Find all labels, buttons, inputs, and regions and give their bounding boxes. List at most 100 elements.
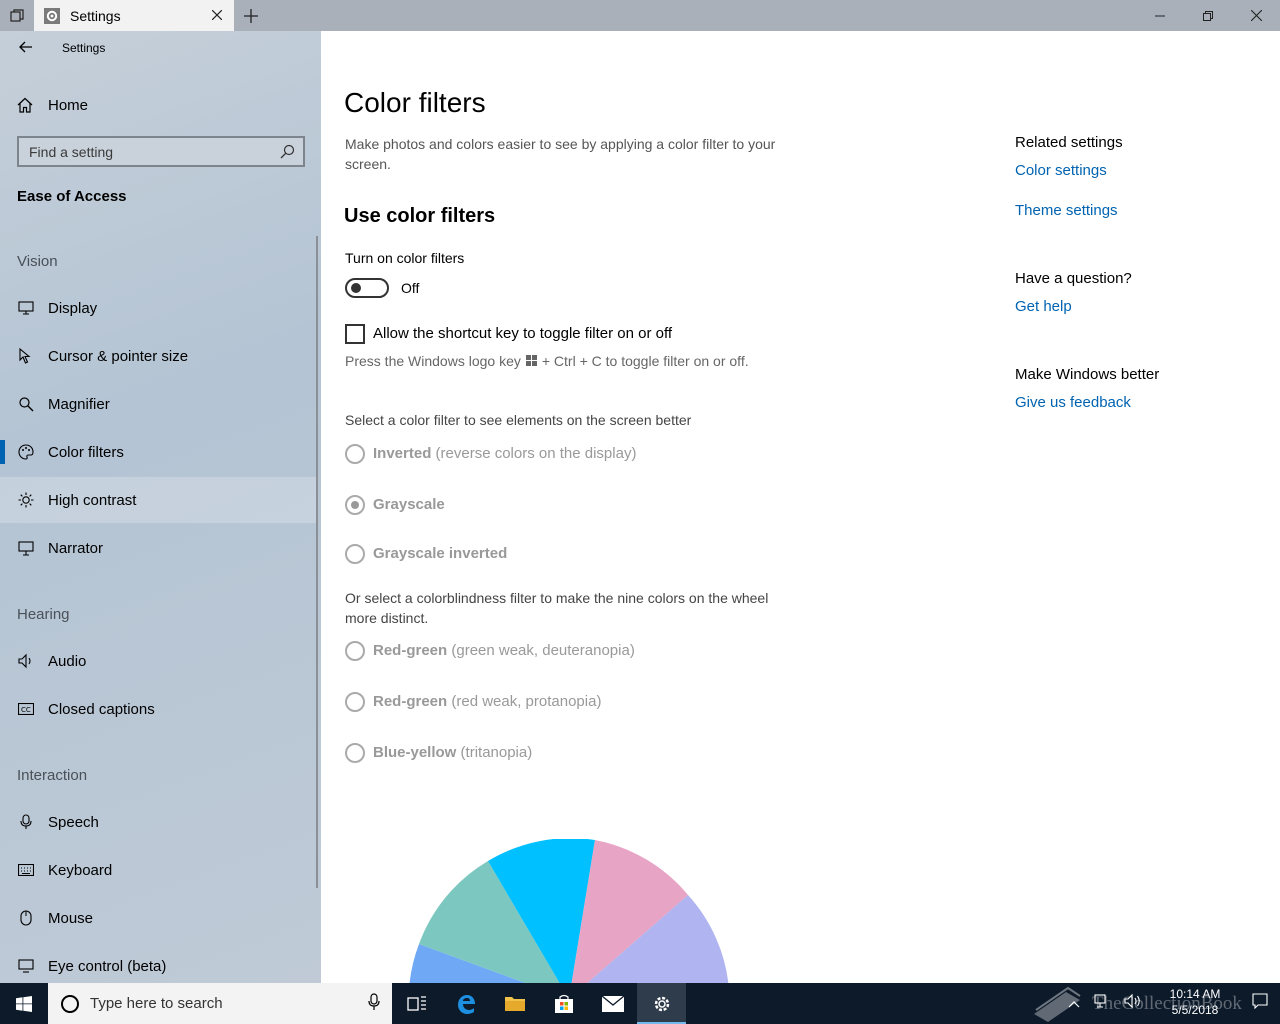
edge-button[interactable] xyxy=(441,983,490,1024)
sun-icon xyxy=(17,492,35,508)
tab-settings[interactable]: Settings xyxy=(34,0,234,31)
sidebar-item-label: Narrator xyxy=(48,539,104,557)
settings-taskbar-button[interactable] xyxy=(637,983,686,1024)
keyboard-icon xyxy=(17,864,35,876)
gear-icon xyxy=(654,996,669,1011)
radio-deuteranopia[interactable] xyxy=(345,641,365,661)
radio-grayscale-label[interactable]: Grayscale xyxy=(373,496,445,513)
mouse-icon xyxy=(17,910,35,926)
shortcut-key-label[interactable]: Allow the shortcut key to toggle filter … xyxy=(373,325,672,342)
color-settings-link[interactable]: Color settings xyxy=(1015,162,1107,179)
start-button[interactable] xyxy=(0,983,48,1024)
sidebar-item-display[interactable]: Display xyxy=(0,285,318,331)
filter-prompt: Select a color filter to see elements on… xyxy=(345,412,692,428)
cc-icon: CC xyxy=(17,703,35,715)
sidebar-item-narrator[interactable]: Narrator xyxy=(0,525,318,571)
sidebar-item-mouse[interactable]: Mouse xyxy=(0,895,318,941)
sidebar-item-magnifier[interactable]: Magnifier xyxy=(0,381,318,427)
get-help-link[interactable]: Get help xyxy=(1015,298,1072,315)
search-icon[interactable] xyxy=(280,144,295,164)
radio-deuteranopia-label[interactable]: Red-green (green weak, deuteranopia) xyxy=(373,642,635,659)
filter-detail: (red weak, protanopia) xyxy=(451,693,602,710)
edge-icon xyxy=(457,994,475,1014)
radio-protanopia[interactable] xyxy=(345,692,365,712)
sidebar-item-label: Eye control (beta) xyxy=(48,957,167,975)
radio-tritanopia-label[interactable]: Blue-yellow (tritanopia) xyxy=(373,744,532,761)
give-feedback-link[interactable]: Give us feedback xyxy=(1015,394,1131,411)
minimize-button[interactable] xyxy=(1136,0,1184,31)
theme-settings-link[interactable]: Theme settings xyxy=(1015,202,1118,219)
toggle-knob xyxy=(351,283,361,293)
sidebar-item-color-filters[interactable]: Color filters xyxy=(0,429,318,475)
palette-icon xyxy=(17,444,35,460)
radio-tritanopia[interactable] xyxy=(345,743,365,763)
filter-name: Red-green xyxy=(373,642,448,659)
speaker-icon xyxy=(17,653,35,669)
color-wheel xyxy=(409,839,729,983)
taskbar-clock[interactable]: 10:14 AM 5/5/2018 xyxy=(1165,986,1225,1018)
gear-icon xyxy=(44,7,60,24)
section-title: Ease of Access xyxy=(17,188,127,205)
filter-name: Inverted xyxy=(373,445,432,462)
file-explorer-button[interactable] xyxy=(490,983,539,1024)
group-interaction: Interaction xyxy=(17,767,88,784)
network-icon[interactable] xyxy=(1094,993,1112,1014)
main-content: Color filters Make photos and colors eas… xyxy=(321,31,1280,983)
radio-selected-dot xyxy=(351,501,359,509)
taskbar-search-box[interactable]: Type here to search xyxy=(48,983,392,1024)
hint-text-before: Press the Windows logo key xyxy=(345,353,521,369)
shortcut-key-checkbox[interactable] xyxy=(345,324,365,344)
sidebar-scrollbar[interactable] xyxy=(316,236,318,888)
home-label: Home xyxy=(48,96,89,114)
task-view-icon xyxy=(406,995,426,1011)
find-setting-search[interactable] xyxy=(17,136,305,167)
page-title: Color filters xyxy=(344,87,486,118)
windows-logo-icon xyxy=(16,995,32,1012)
sidebar-item-audio[interactable]: Audio xyxy=(0,638,318,684)
action-center-button[interactable] xyxy=(1252,993,1268,1014)
close-window-button[interactable] xyxy=(1232,0,1280,31)
taskbar-search-placeholder: Type here to search xyxy=(90,995,223,1012)
question-heading: Have a question? xyxy=(1015,270,1132,287)
tab-overview-icon xyxy=(10,8,24,22)
microphone-icon xyxy=(17,814,35,830)
sidebar-item-speech[interactable]: Speech xyxy=(0,799,318,845)
shortcut-hint: Press the Windows logo key + Ctrl + C to… xyxy=(345,353,749,369)
search-input[interactable] xyxy=(29,143,269,160)
sidebar-item-label: Keyboard xyxy=(48,861,113,879)
cursor-icon xyxy=(17,348,35,364)
volume-icon[interactable] xyxy=(1124,993,1142,1014)
new-tab-button[interactable] xyxy=(234,0,268,31)
sidebar-item-label: Mouse xyxy=(48,909,94,927)
sidebar-item-cursor-pointer-size[interactable]: Cursor & pointer size xyxy=(0,333,318,379)
back-button[interactable] xyxy=(14,37,38,57)
sidebar-item-keyboard[interactable]: Keyboard xyxy=(0,847,318,893)
folder-icon xyxy=(504,996,525,1011)
sidebar-item-label: Color filters xyxy=(48,443,124,461)
close-tab-button[interactable] xyxy=(208,6,226,24)
colorblind-prompt: Or select a colorblindness filter to mak… xyxy=(345,590,769,626)
radio-inverted[interactable] xyxy=(345,444,365,464)
radio-grayscale-inverted-label[interactable]: Grayscale inverted xyxy=(373,545,507,562)
show-hidden-icons-button[interactable] xyxy=(1068,995,1080,1013)
cortana-icon xyxy=(61,994,79,1013)
tab-overview-button[interactable] xyxy=(0,0,34,31)
radio-protanopia-label[interactable]: Red-green (red weak, protanopia) xyxy=(373,693,601,710)
sidebar-item-label: High contrast xyxy=(48,491,137,509)
mail-button[interactable] xyxy=(588,983,637,1024)
svg-text:CC: CC xyxy=(21,706,31,714)
radio-grayscale-inverted[interactable] xyxy=(345,544,365,564)
sidebar-item-closed-captions[interactable]: CC Closed captions xyxy=(0,686,318,732)
task-view-button[interactable] xyxy=(392,983,441,1024)
radio-grayscale[interactable] xyxy=(345,495,365,515)
color-filters-toggle[interactable] xyxy=(345,278,389,298)
make-windows-better-heading: Make Windows better xyxy=(1015,366,1160,383)
sidebar: Settings Home Ease of Access Vision Disp… xyxy=(0,31,321,983)
sidebar-item-home[interactable]: Home xyxy=(0,85,321,125)
radio-inverted-label[interactable]: Inverted (reverse colors on the display) xyxy=(373,445,636,462)
restore-button[interactable] xyxy=(1184,0,1232,31)
plus-icon xyxy=(244,8,258,23)
microphone-icon[interactable] xyxy=(368,993,380,1016)
store-button[interactable] xyxy=(539,983,588,1024)
sidebar-item-high-contrast[interactable]: High contrast xyxy=(0,477,318,523)
